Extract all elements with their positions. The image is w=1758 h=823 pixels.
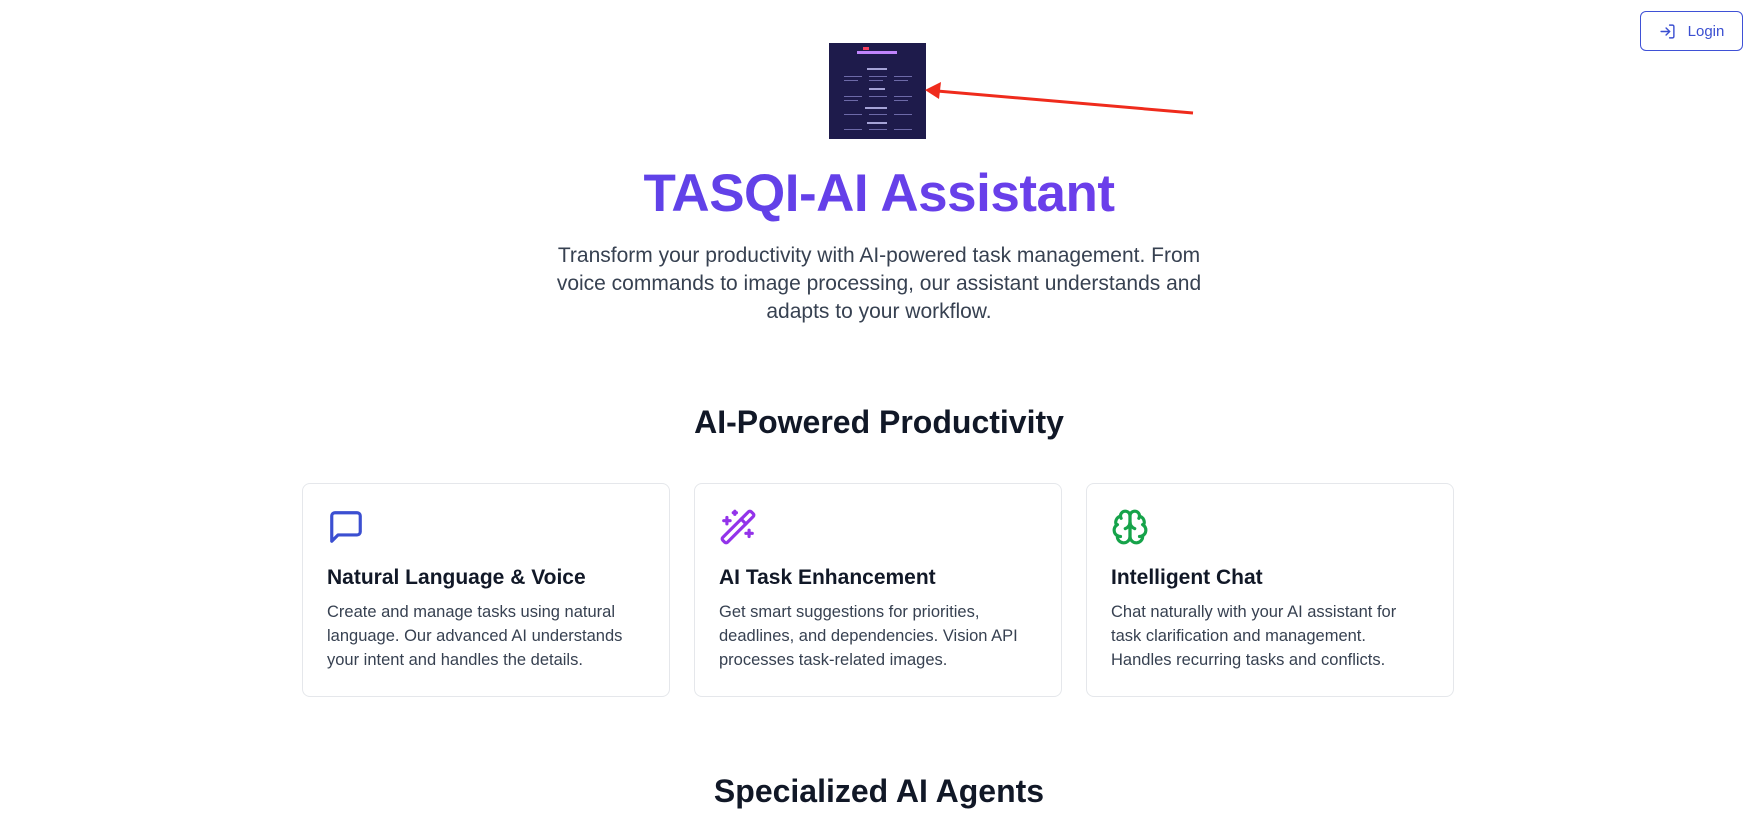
feature-title: Natural Language & Voice xyxy=(327,566,586,589)
feature-description: Get smart suggestions for priorities, de… xyxy=(719,603,1018,669)
feature-card-task-enhancement: AI Task Enhancement Get smart suggestion… xyxy=(694,483,1062,697)
log-in-icon xyxy=(1660,23,1675,39)
magic-wand-icon xyxy=(720,509,756,545)
feature-title: Intelligent Chat xyxy=(1111,566,1263,589)
hero-subtitle: Transform your productivity with AI-powe… xyxy=(556,244,1202,323)
features-heading: AI-Powered Productivity xyxy=(694,404,1064,440)
login-label: Login xyxy=(1687,22,1725,40)
hero-title: TASQI-AI Assistant xyxy=(0,163,1758,224)
feature-description: Create and manage tasks using natural la… xyxy=(327,603,623,669)
message-square-icon xyxy=(330,511,362,543)
feature-card-natural-language: Natural Language & Voice Create and mana… xyxy=(302,483,670,697)
agents-heading: Specialized AI Agents xyxy=(713,773,1045,809)
feature-title: AI Task Enhancement xyxy=(719,566,936,589)
login-button[interactable]: Login xyxy=(1640,11,1743,51)
feature-description: Chat naturally with your AI assistant fo… xyxy=(1111,603,1397,669)
brain-icon xyxy=(1112,509,1148,545)
hero-preview-image xyxy=(829,43,926,139)
feature-card-intelligent-chat: Intelligent Chat Chat naturally with you… xyxy=(1086,483,1454,697)
